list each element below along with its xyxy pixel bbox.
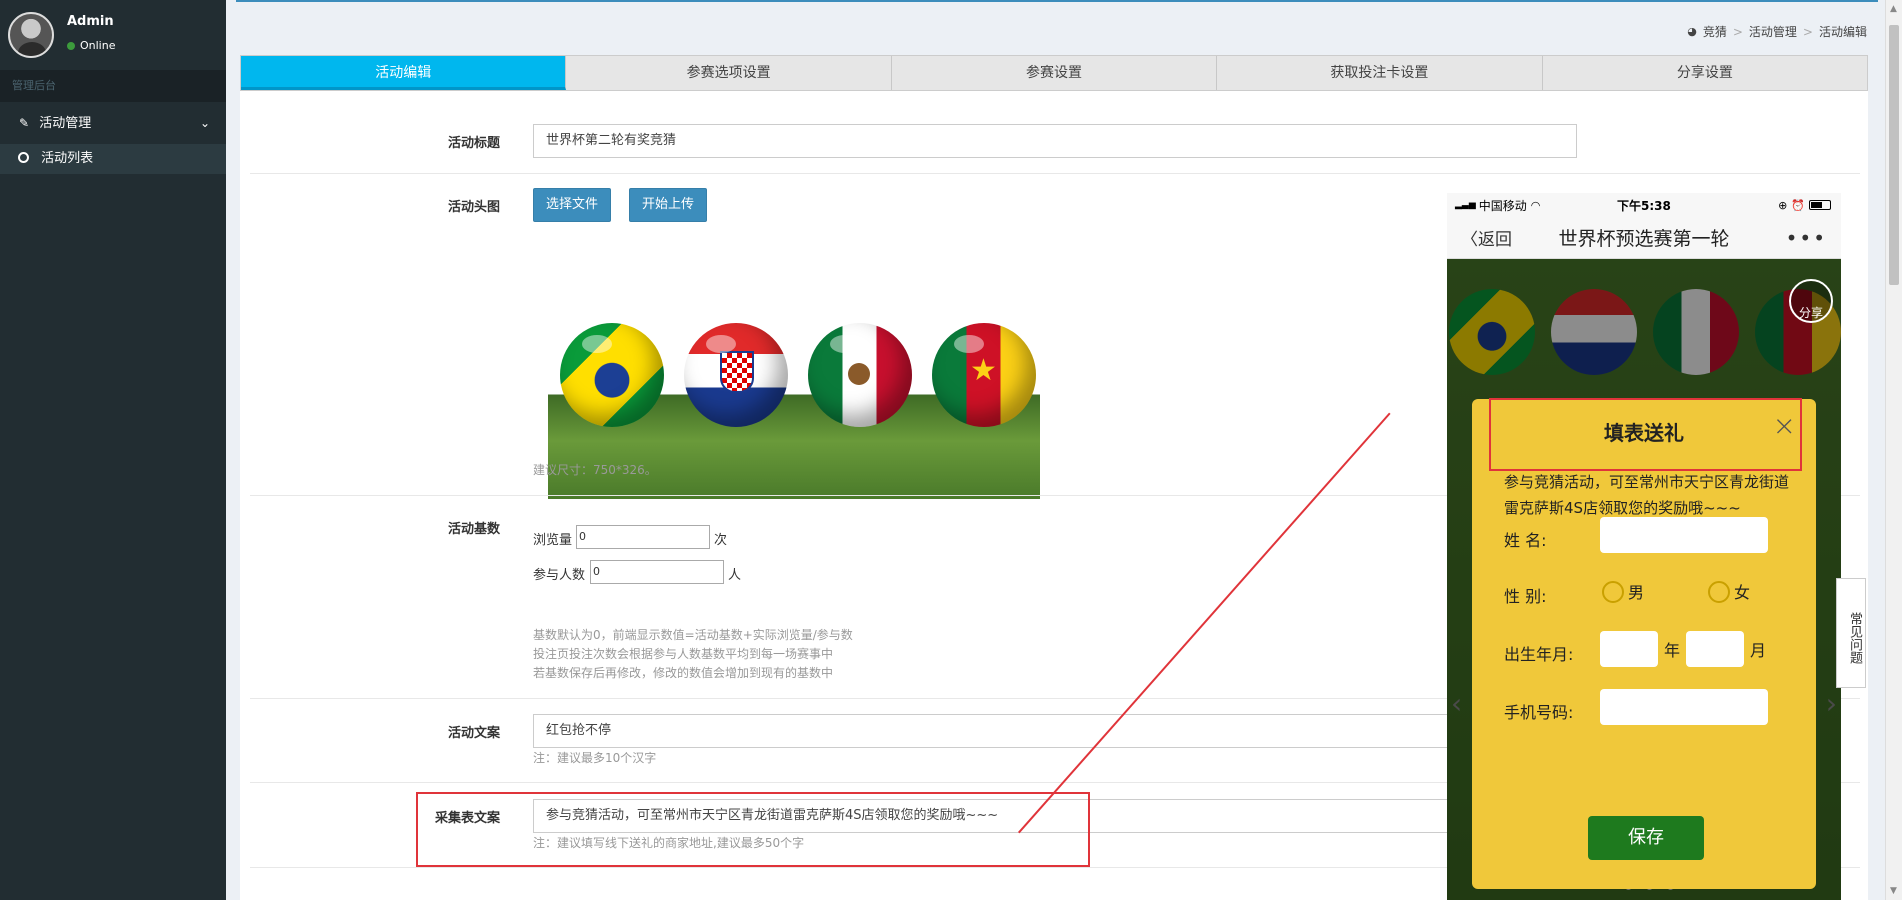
circle-icon [18,152,29,163]
divider [250,173,1860,174]
title-input[interactable]: 世界杯第二轮有奖竞猜 [533,124,1577,158]
breadcrumb: ◕ 竞猜 > 活动管理 > 活动编辑 [1687,23,1867,40]
carrier-text: 中国移动 [1478,198,1527,213]
participants-label: 参与人数 [533,568,586,583]
views-unit: 次 [714,533,728,548]
top-accent-line [236,0,1878,2]
image-label: 活动头图 [447,200,500,215]
views-label: 浏览量 [533,533,573,548]
highlight-box-collect-field [416,792,1090,867]
copy-hint: 注：建议最多10个汉字 [533,751,657,765]
phone-page-title: 世界杯预选赛第一轮 [1558,228,1730,250]
breadcrumb-sep: > [1732,24,1743,39]
user-name: Admin [67,14,114,29]
tab-bet-card-settings[interactable]: 获取投注卡设置 [1217,56,1543,90]
battery-icon [1809,200,1831,210]
scroll-thumb[interactable] [1889,25,1899,285]
image-size-hint: 建议尺寸：750*326。 [533,463,657,477]
copy-input[interactable]: 红包抢不停 [533,714,1577,748]
name-input[interactable] [1600,517,1768,553]
main-content: ◕ 竞猜 > 活动管理 > 活动编辑 活动编辑 参赛选项设置 参赛设置 获取投注… [226,0,1902,900]
sidebar: Admin Online 管理后台 ✎ 活动管理 ⌄ 活动列表 [0,0,226,900]
menu-header: 管理后台 [0,70,226,102]
highlight-box-modal-desc [1489,398,1802,471]
copy-label: 活动文案 [447,726,500,741]
signal-icon: ▂▃▅ [1455,200,1476,210]
sidebar-item-label: 活动管理 [39,116,92,131]
breadcrumb-sep: > [1802,24,1813,39]
sidebar-item-activity-management[interactable]: ✎ 活动管理 ⌄ [0,102,226,144]
choose-file-button[interactable]: 选择文件 [533,188,612,222]
phone-status-bar: ▂▃▅ 中国移动 ◠ 下午5:38 ⊕ ⏰ [1447,193,1841,217]
brazil-ball-image [560,323,664,427]
tab-bar: 活动编辑 参赛选项设置 参赛设置 获取投注卡设置 分享设置 [240,55,1868,91]
mexico-ball-image [808,323,912,427]
start-upload-button[interactable]: 开始上传 [629,188,708,222]
lock-rotation-icon: ⊕ [1778,198,1788,212]
user-panel: Admin Online [0,0,226,70]
phone-nav-bar: 〈返回 世界杯预选赛第一轮 ••• [1447,217,1841,259]
female-radio[interactable] [1708,581,1730,603]
user-status-text: Online [80,39,116,52]
birth-label: 出生年月: [1504,645,1574,664]
name-label: 姓 名: [1504,531,1547,550]
base-hint-2: 投注页投注次数会根据参与人数基数平均到每一场赛事中 [533,647,834,661]
base-hint-3: 若基数保存后再修改，修改的数值会增加到现有的基数中 [533,666,834,680]
title-label: 活动标题 [447,136,500,151]
base-label: 活动基数 [447,522,500,537]
alarm-icon: ⏰ [1791,198,1805,212]
month-label: 月 [1750,641,1767,660]
cameroon-ball-image [932,323,1036,427]
gift-form-modal: 填表送礼 × 参与竞猜活动，可至常州市天宁区青龙街道雷克萨斯4S店领取您的奖励哦… [1472,399,1816,889]
save-button[interactable]: 保存 [1588,816,1704,860]
participants-unit: 人 [728,568,742,583]
mobile-preview: ▂▃▅ 中国移动 ◠ 下午5:38 ⊕ ⏰ 〈返回 世界杯预选赛第一轮 ••• … [1447,193,1841,900]
phone-time: 下午5:38 [1617,198,1671,213]
avatar[interactable] [8,12,54,58]
dashboard-icon: ◕ [1687,25,1697,38]
wifi-icon: ◠ [1530,198,1541,212]
views-input[interactable]: 0 [576,525,710,549]
phone-body: ‹ › 分享 填表送礼 × 参与竞猜活动，可至常州市天宁区青龙街道雷克萨斯4S店… [1447,259,1841,900]
male-label: 男 [1628,583,1645,602]
birth-year-input[interactable] [1600,631,1658,667]
croatia-ball-image [684,323,788,427]
phone-label: 手机号码: [1504,703,1574,722]
phone-number-input[interactable] [1600,689,1768,725]
breadcrumb-item[interactable]: 竞猜 [1703,23,1727,40]
status-icons: ⊕ ⏰ [1778,199,1831,212]
tab-share-settings[interactable]: 分享设置 [1542,56,1868,90]
share-button[interactable]: 分享 [1789,279,1833,323]
breadcrumb-item: 活动编辑 [1818,25,1867,39]
edit-icon: ✎ [19,116,30,130]
user-status: Online [67,39,115,52]
scroll-down-icon[interactable]: ▼ [1890,886,1897,896]
scroll-up-icon[interactable]: ▲ [1890,4,1897,14]
tab-option-settings[interactable]: 参赛选项设置 [566,56,892,90]
chevron-down-icon: ⌄ [199,116,210,130]
sidebar-item-activity-list[interactable]: 活动列表 [0,144,226,174]
submenu-item-label: 活动列表 [41,151,94,166]
birth-month-input[interactable] [1686,631,1744,667]
modal-description: 参与竞猜活动，可至常州市天宁区青龙街道雷克萨斯4S店领取您的奖励哦~~~ [1504,473,1790,517]
participants-input[interactable]: 0 [590,560,724,584]
more-icon[interactable]: ••• [1786,226,1827,250]
year-label: 年 [1664,641,1681,660]
online-dot-icon [67,41,75,50]
page-scrollbar[interactable]: ▲ ▼ [1885,0,1902,900]
breadcrumb-item[interactable]: 活动管理 [1749,23,1797,40]
tab-activity-edit[interactable]: 活动编辑 [241,56,567,90]
faq-button[interactable]: 常见问题 [1836,578,1866,688]
female-label: 女 [1734,583,1751,602]
male-radio[interactable] [1602,581,1624,603]
gender-label: 性 别: [1504,587,1547,606]
base-hint-1: 基数默认为0，前端显示数值=活动基数+实际浏览量/参与数 [533,628,853,642]
tab-match-settings[interactable]: 参赛设置 [891,56,1218,90]
